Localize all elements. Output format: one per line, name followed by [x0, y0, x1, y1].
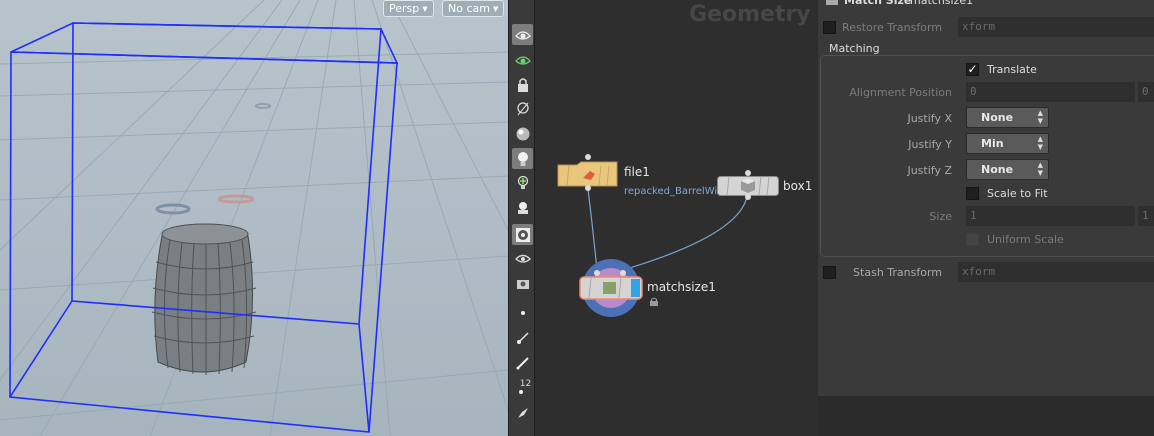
matchsize-node-icon [826, 0, 838, 5]
light-add-icon[interactable] [512, 172, 533, 193]
point-number-text: 12 [519, 379, 532, 389]
camera-label: No cam [448, 1, 490, 15]
normal-display-icon[interactable] [512, 327, 533, 348]
alignment-position-x-field[interactable]: 0 [966, 82, 1135, 102]
alignment-position-label: Alignment Position [849, 86, 952, 99]
stash-transform-label: Stash Transform [853, 266, 942, 279]
up-down-arrows-icon: ▲ ▼ [1037, 109, 1043, 125]
justify-z-menu[interactable]: None ▲ ▼ [966, 159, 1049, 180]
camera-menu[interactable]: No cam ▼ [442, 0, 505, 17]
node-name-field[interactable]: matchsize1 [910, 0, 973, 7]
scale-to-fit-label: Scale to Fit [987, 187, 1048, 200]
network-editor[interactable]: Geometry file1 repacked_BarrelWithHoles.… [535, 0, 820, 436]
node-input-port[interactable] [593, 269, 601, 277]
point-number-icon[interactable]: 12 [512, 377, 533, 398]
justify-z-label: Justify Z [907, 164, 952, 177]
node-input-port[interactable] [584, 153, 592, 161]
ghost-icon[interactable] [512, 98, 533, 119]
translate-checkbox[interactable]: ✓ [966, 63, 979, 76]
ground-axis-marker [255, 103, 271, 109]
scale-to-fit-checkbox[interactable] [966, 187, 979, 200]
select-tool-icon[interactable] [512, 49, 533, 70]
node-input-port[interactable] [619, 269, 627, 277]
brush-icon[interactable] [512, 352, 533, 373]
eye-visibility-icon[interactable] [512, 248, 533, 269]
lock-icon [650, 297, 658, 306]
matchsize-icon [579, 259, 643, 317]
scene-viewport[interactable]: Persp ▼ No cam ▼ [0, 0, 508, 436]
node-output-port[interactable] [744, 193, 752, 201]
uniform-scale-label: Uniform Scale [987, 233, 1064, 246]
parameter-pane-empty [818, 396, 1154, 436]
snapshot-icon[interactable] [512, 272, 533, 293]
node-input-port[interactable] [744, 169, 752, 177]
sphere-shading-icon[interactable] [512, 123, 533, 144]
size-label: Size [929, 210, 952, 223]
justify-x-menu[interactable]: None ▲ ▼ [966, 107, 1049, 128]
texture-display-icon[interactable] [512, 224, 533, 245]
matchsize1-node[interactable] [577, 258, 645, 318]
stash-transform-checkbox[interactable] [823, 266, 836, 279]
barrel-mesh [151, 223, 257, 375]
size-x-field[interactable]: 1 [966, 206, 1135, 226]
ground-grid [0, 0, 508, 436]
viewport-toolbar: 12 [508, 0, 535, 436]
view-tool-icon[interactable] [512, 24, 533, 45]
ground-axis-marker [155, 203, 191, 215]
file1-node[interactable] [557, 160, 619, 187]
camera-icon[interactable] [512, 197, 533, 218]
restore-transform-label: Restore Transform [842, 21, 942, 34]
chevron-down-icon: ▼ [492, 4, 499, 13]
box1-label: box1 [783, 179, 813, 193]
ground-axis-marker [217, 194, 255, 204]
up-down-arrows-icon: ▲ ▼ [1037, 161, 1043, 177]
alignment-position-y-field[interactable]: 0 [1138, 82, 1154, 102]
size-y-field[interactable]: 1 [1138, 206, 1154, 226]
node-output-port[interactable] [584, 184, 592, 192]
matchsize1-label: matchsize1 [647, 280, 716, 294]
point-display-icon[interactable] [512, 302, 533, 323]
light-bulb-icon[interactable] [512, 148, 533, 169]
node-wires [587, 188, 748, 271]
chevron-down-icon: ▼ [422, 4, 428, 13]
justify-y-label: Justify Y [908, 138, 952, 151]
restore-transform-field[interactable]: xform [958, 17, 1154, 37]
justify-y-menu[interactable]: Min ▲ ▼ [966, 133, 1049, 154]
up-down-arrows-icon: ▲ ▼ [1037, 135, 1043, 151]
stash-transform-field[interactable]: xform [958, 262, 1154, 282]
matching-group-title: Matching [828, 42, 881, 55]
uniform-scale-checkbox[interactable] [966, 233, 979, 246]
paint-icon[interactable] [512, 402, 533, 423]
persp-view-menu[interactable]: Persp ▼ [383, 0, 434, 17]
node-type-label: Match Size [844, 0, 912, 7]
restore-transform-checkbox[interactable] [823, 21, 836, 34]
justify-x-value: None [981, 111, 1014, 124]
justify-y-value: Min [981, 137, 1004, 150]
persp-view-label: Persp [389, 1, 420, 15]
justify-z-value: None [981, 163, 1014, 176]
justify-x-label: Justify X [907, 112, 952, 125]
viewport-scene [0, 0, 508, 436]
translate-label: Translate [987, 63, 1037, 76]
file1-label: file1 [624, 165, 650, 179]
lock-icon[interactable] [512, 74, 533, 95]
parameter-header: Match Size matchsize1 [822, 0, 1154, 8]
